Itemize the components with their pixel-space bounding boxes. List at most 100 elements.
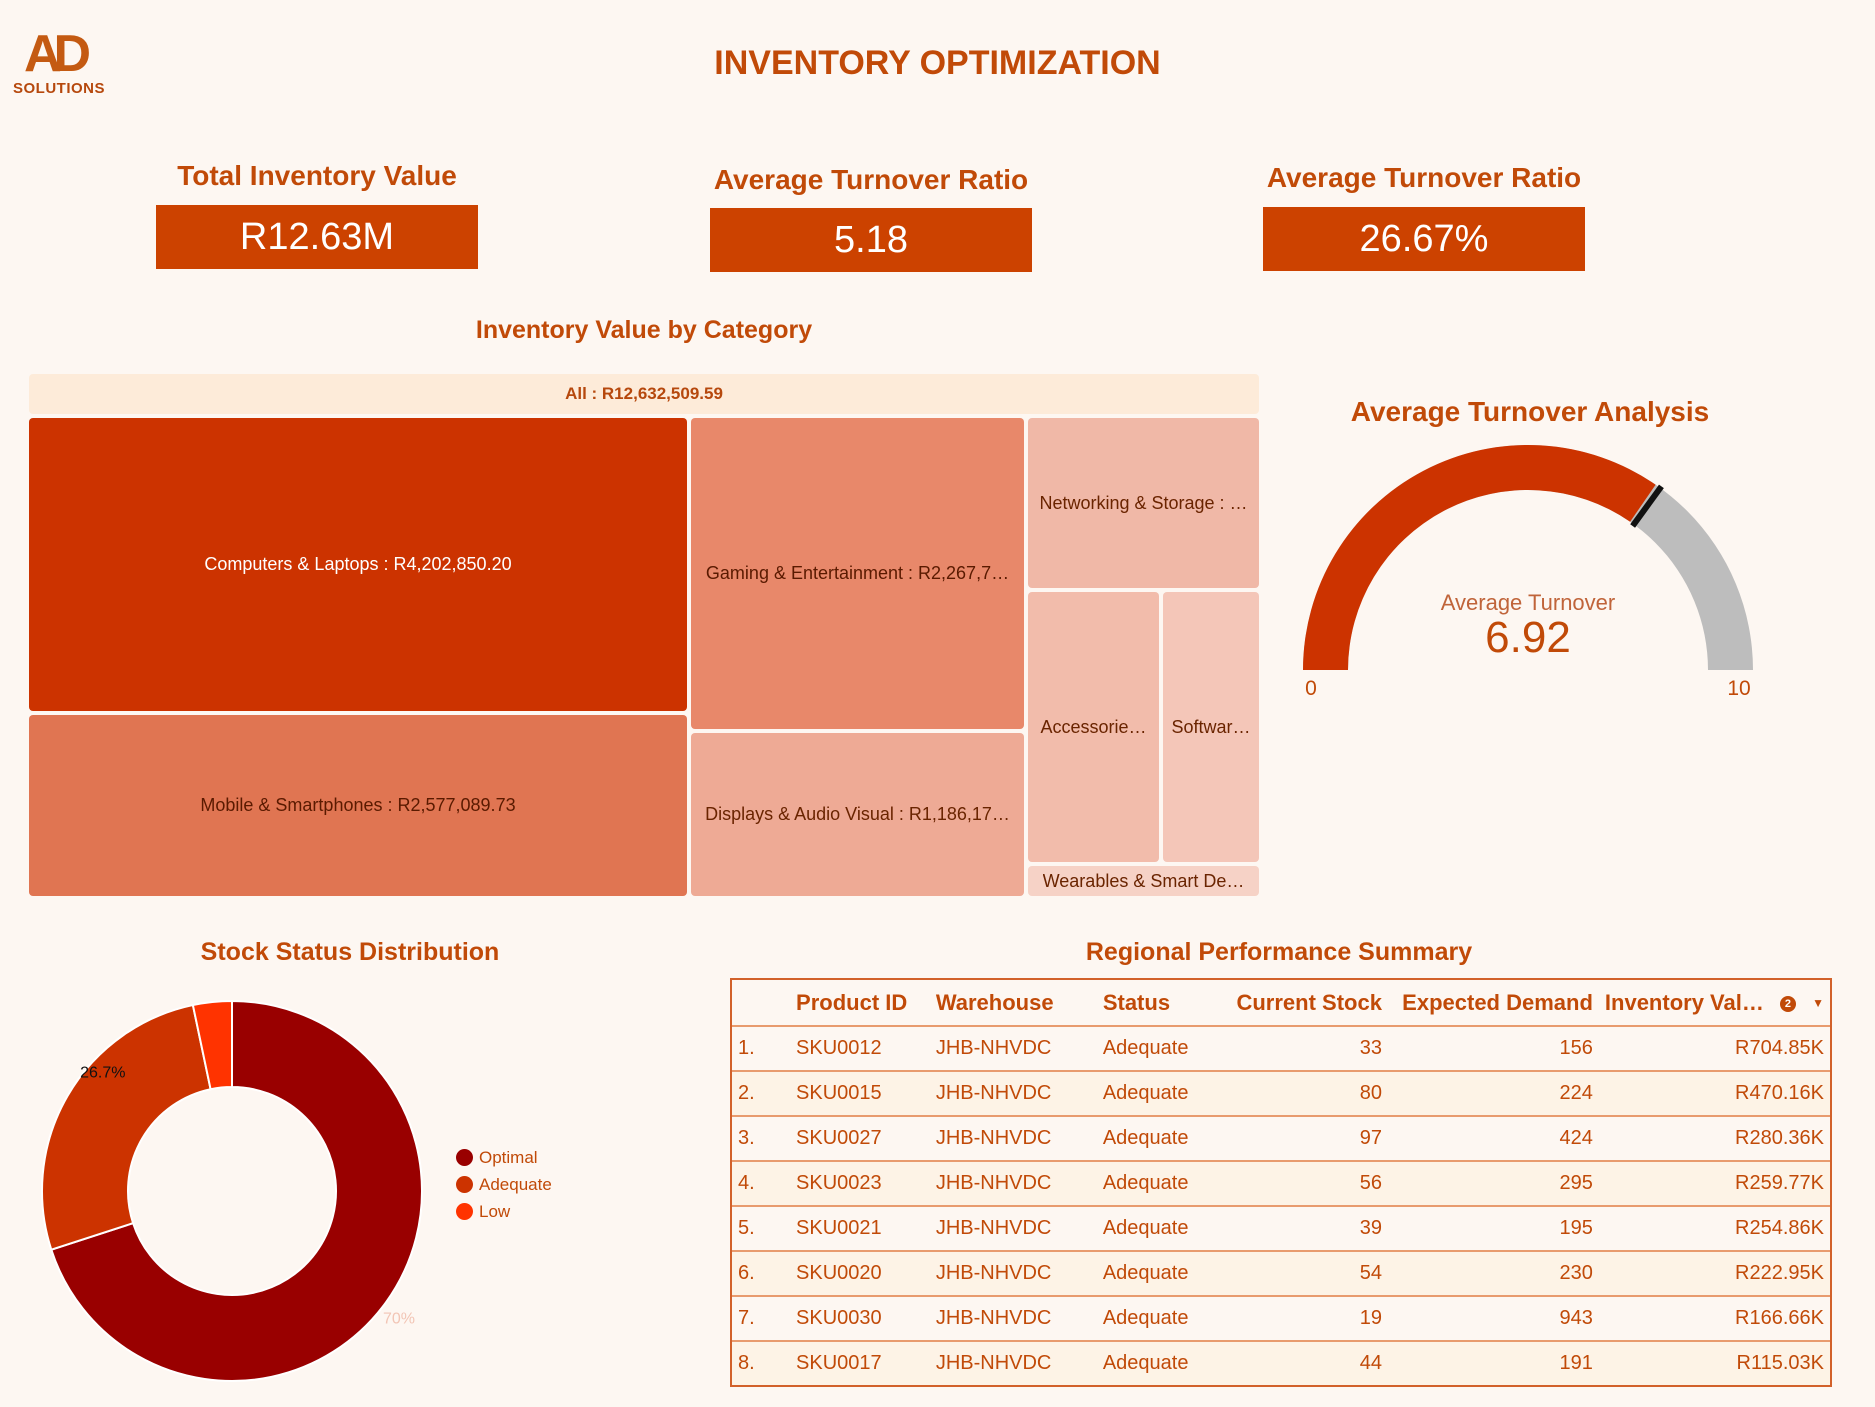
category-treemap[interactable]: All : R12,632,509.59 Computers & Laptops… — [29, 374, 1259, 896]
col-header-current-stock[interactable]: Current Stock — [1218, 980, 1388, 1026]
expected-demand-cell: 224 — [1387, 1070, 1599, 1116]
col-header-status[interactable]: Status — [1097, 980, 1218, 1026]
product-id-cell: SKU0017 — [790, 1340, 930, 1385]
product-id-cell: SKU0023 — [790, 1160, 930, 1206]
inventory-value-cell: R115.03K — [1598, 1340, 1830, 1385]
gauge-value: 6.92 — [1485, 613, 1571, 662]
treemap-cell-networking[interactable]: Networking & Storage : … — [1028, 418, 1259, 588]
inventory-value-cell: R254.86K — [1598, 1205, 1830, 1251]
status-cell: Adequate — [1096, 1160, 1218, 1206]
kpi-turnover-percent-label: Average Turnover Ratio — [1266, 162, 1582, 193]
treemap-root[interactable]: All : R12,632,509.59 — [29, 374, 1259, 414]
donut-data-label: 26.7% — [80, 1064, 125, 1081]
product-id-cell: SKU0027 — [790, 1115, 930, 1161]
sort-desc-icon[interactable]: ▼ — [1812, 996, 1824, 1010]
status-cell: Adequate — [1096, 1205, 1218, 1251]
donut-data-label: 70% — [383, 1310, 415, 1327]
warehouse-cell: JHB-NHVDC — [929, 1250, 1097, 1296]
warehouse-cell: JHB-NHVDC — [929, 1205, 1097, 1251]
table-row[interactable]: 7. SKU0030 JHB-NHVDC Adequate 19 943 R166.66K — [732, 1295, 1830, 1341]
col-header-inventory-value[interactable]: Inventory Val… 2 ▼ — [1599, 980, 1830, 1026]
current-stock-cell: 56 — [1217, 1160, 1388, 1206]
treemap-cell-label: Wearables & Smart De… — [1042, 870, 1245, 891]
table-row[interactable]: 1. SKU0012 JHB-NHVDC Adequate 33 156 R704.85K — [732, 1025, 1830, 1071]
current-stock-cell: 44 — [1217, 1340, 1388, 1385]
treemap-cell-label: Gaming & Entertainment : R2,267,7… — [705, 563, 1010, 583]
current-stock-cell: 33 — [1217, 1025, 1388, 1071]
expected-demand-cell: 156 — [1387, 1025, 1599, 1071]
col-header-warehouse[interactable]: Warehouse — [930, 980, 1097, 1026]
donut-title: Stock Status Distribution — [200, 938, 500, 966]
product-id-cell: SKU0015 — [790, 1070, 930, 1116]
treemap-cell-software[interactable]: Softwar… — [1163, 592, 1259, 862]
kpi-total-value: R12.63M — [156, 205, 478, 269]
col-header-label: Inventory Val… — [1604, 989, 1764, 1015]
table-row[interactable]: 3. SKU0027 JHB-NHVDC Adequate 97 424 R280.36K — [732, 1115, 1830, 1161]
gauge-svg: Average Turnover 6.92 0 10 — [1303, 444, 1753, 700]
table-row[interactable]: 6. SKU0020 JHB-NHVDC Adequate 54 230 R222.95K — [732, 1250, 1830, 1296]
current-stock-cell: 54 — [1217, 1250, 1388, 1296]
product-id-cell: SKU0012 — [790, 1025, 930, 1071]
legend-item-adequate[interactable]: Adequate — [456, 1175, 552, 1195]
expected-demand-cell: 424 — [1387, 1115, 1599, 1161]
treemap-cell-computers[interactable]: Computers & Laptops : R4,202,850.20 — [29, 418, 687, 711]
status-cell: Adequate — [1096, 1115, 1218, 1161]
legend-dot — [456, 1149, 473, 1166]
stock-status-donut[interactable]: 70% 26.7% — [20, 985, 440, 1385]
kpi-total-value-label: Total Inventory Value — [177, 160, 457, 191]
performance-table: Product ID Warehouse Status Current Stoc… — [730, 978, 1832, 1387]
product-id-cell: SKU0030 — [790, 1295, 930, 1341]
row-index: 8. — [732, 1340, 791, 1385]
treemap-cell-label: Networking & Storage : … — [1039, 492, 1248, 513]
table-row[interactable]: 5. SKU0021 JHB-NHVDC Adequate 39 195 R254.86K — [732, 1205, 1830, 1251]
row-index: 2. — [732, 1070, 791, 1116]
legend-item-optimal[interactable]: Optimal — [456, 1148, 538, 1168]
product-id-cell: SKU0020 — [790, 1250, 930, 1296]
donut-svg: 70% 26.7% — [41, 999, 423, 1382]
legend-dot — [456, 1203, 473, 1220]
kpi-turnover-percent: 26.67% — [1263, 207, 1585, 271]
current-stock-cell: 39 — [1217, 1205, 1388, 1251]
legend-label: Optimal — [479, 1148, 538, 1167]
table-header-row: Product ID Warehouse Status Current Stoc… — [732, 980, 1830, 1026]
table-row[interactable]: 8. SKU0017 JHB-NHVDC Adequate 44 191 R115.03K — [732, 1340, 1830, 1385]
legend-dot — [456, 1176, 473, 1193]
status-cell: Adequate — [1096, 1340, 1218, 1385]
treemap-cell-gaming[interactable]: Gaming & Entertainment : R2,267,7… — [691, 418, 1024, 729]
table-body: 1. SKU0012 JHB-NHVDC Adequate 33 156 R704.85K 2… — [732, 1025, 1830, 1385]
row-index: 1. — [732, 1025, 791, 1071]
sort-order-badge: 2 — [1779, 995, 1796, 1012]
col-header-index — [732, 980, 790, 1026]
table-title: Regional Performance Summary — [1085, 938, 1473, 966]
expected-demand-cell: 295 — [1387, 1160, 1599, 1206]
treemap-cell-accessories[interactable]: Accessorie… — [1028, 592, 1159, 862]
warehouse-cell: JHB-NHVDC — [929, 1340, 1097, 1385]
col-header-expected-demand[interactable]: Expected Demand — [1388, 980, 1599, 1026]
table-row[interactable]: 4. SKU0023 JHB-NHVDC Adequate 56 295 R259.77K — [732, 1160, 1830, 1206]
legend-label: Adequate — [479, 1175, 552, 1194]
row-index: 7. — [732, 1295, 791, 1341]
inventory-value-cell: R280.36K — [1598, 1115, 1830, 1161]
legend-item-low[interactable]: Low — [456, 1202, 510, 1222]
warehouse-cell: JHB-NHVDC — [929, 1295, 1097, 1341]
col-header-product-id[interactable]: Product ID — [790, 980, 930, 1026]
product-id-cell: SKU0021 — [790, 1205, 930, 1251]
donut-slice-adequate[interactable] — [41, 1003, 212, 1251]
treemap-cell-label: Accessorie… — [1040, 716, 1147, 737]
status-cell: Adequate — [1096, 1070, 1218, 1116]
treemap-cell-displays[interactable]: Displays & Audio Visual : R1,186,17… — [691, 733, 1024, 896]
row-index: 3. — [732, 1115, 791, 1161]
treemap-cell-label: Mobile & Smartphones : R2,577,089.73 — [200, 795, 516, 815]
status-cell: Adequate — [1096, 1295, 1218, 1341]
warehouse-cell: JHB-NHVDC — [929, 1070, 1097, 1116]
expected-demand-cell: 943 — [1387, 1295, 1599, 1341]
treemap-cell-wearables[interactable]: Wearables & Smart De… — [1028, 866, 1259, 896]
treemap-cell-mobile[interactable]: Mobile & Smartphones : R2,577,089.73 — [29, 715, 687, 896]
table-row[interactable]: 2. SKU0015 JHB-NHVDC Adequate 80 224 R470.16K — [732, 1070, 1830, 1116]
warehouse-cell: JHB-NHVDC — [929, 1160, 1097, 1206]
current-stock-cell: 80 — [1217, 1070, 1388, 1116]
current-stock-cell: 19 — [1217, 1295, 1388, 1341]
gauge-label: Average Turnover — [1441, 590, 1615, 615]
turnover-gauge: Average Turnover 6.92 0 10 — [1290, 420, 1770, 720]
page-title: INVENTORY OPTIMIZATION — [714, 44, 1161, 82]
